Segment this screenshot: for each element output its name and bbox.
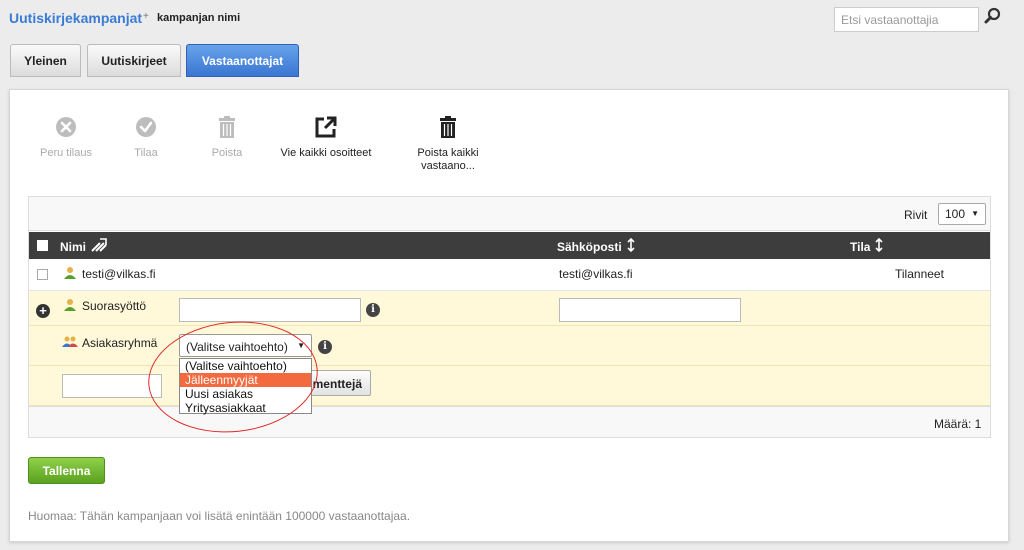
column-header-email[interactable]: Sähköposti xyxy=(557,237,635,255)
column-header-name[interactable]: Nimi xyxy=(60,238,107,255)
delete-all-label-line1: Poista kaikki xyxy=(417,147,479,159)
chevron-down-icon: ▼ xyxy=(971,209,979,218)
group-icon xyxy=(62,336,78,351)
check-icon xyxy=(134,115,158,139)
row-email: testi@vilkas.fi xyxy=(559,267,633,281)
search-icon[interactable] xyxy=(983,7,1003,27)
unsubscribe-button[interactable]: Peru tilaus xyxy=(38,115,94,160)
tab-general[interactable]: Yleinen xyxy=(10,44,81,77)
export-all-label: Vie kaikki osoitteet xyxy=(280,147,372,159)
column-header-status[interactable]: Tila xyxy=(850,237,884,255)
sort-updown-icon xyxy=(875,237,884,255)
subscribe-label: Tilaa xyxy=(134,147,158,159)
customer-group-label: Asiakasryhmä xyxy=(82,336,158,350)
breadcrumb-current: kampanjan nimi xyxy=(157,12,241,24)
select-all-checkbox[interactable] xyxy=(37,240,48,251)
export-icon xyxy=(314,115,338,139)
cancel-icon xyxy=(54,115,78,139)
grid-toolbar: Rivit 100 ▼ xyxy=(29,197,990,231)
rows-per-page-select[interactable]: 100 ▼ xyxy=(938,203,986,225)
user-icon xyxy=(64,266,76,283)
delete-all-recipients-button[interactable]: Poista kaikki vastaano... xyxy=(405,115,491,173)
rows-per-page-value: 100 xyxy=(945,207,966,221)
save-button[interactable]: Tallenna xyxy=(28,457,105,484)
row-name: testi@vilkas.fi xyxy=(82,267,156,281)
direct-input-name-field[interactable] xyxy=(179,298,361,322)
rows-label: Rivit xyxy=(904,208,928,222)
unsubscribe-label: Peru tilaus xyxy=(40,147,92,159)
info-icon[interactable]: i xyxy=(366,303,380,317)
delete-label: Poista xyxy=(211,147,243,159)
direct-input-email-field[interactable] xyxy=(559,298,741,322)
trash-icon xyxy=(436,115,460,139)
export-all-button[interactable]: Vie kaikki osoitteet xyxy=(271,115,381,160)
plus-icon[interactable]: + xyxy=(36,304,50,318)
delete-button[interactable]: Poista xyxy=(207,115,247,160)
sort-updown-icon xyxy=(627,237,635,255)
search-input[interactable] xyxy=(834,7,979,32)
sort-icon xyxy=(91,238,107,255)
segment-input[interactable] xyxy=(62,374,162,398)
user-icon xyxy=(64,298,76,315)
top-bar: Uutiskirjekampanjat + kampanjan nimi xyxy=(0,0,1024,40)
count-label: Määrä: 1 xyxy=(934,417,982,431)
breadcrumb-campaigns-link[interactable]: Uutiskirjekampanjat xyxy=(9,10,142,26)
subscribe-button[interactable]: Tilaa xyxy=(126,115,166,160)
row-checkbox[interactable] xyxy=(37,269,48,280)
direct-input-row: + Suorasyöttö i xyxy=(29,291,990,326)
breadcrumb-separator: + xyxy=(143,11,149,22)
table-header: Nimi Sähköposti Tila xyxy=(29,232,990,259)
direct-input-label: Suorasyöttö xyxy=(82,299,147,313)
info-icon[interactable]: i xyxy=(318,340,332,354)
row-status: Tilanneet xyxy=(895,267,944,281)
delete-all-label-line2: vastaano... xyxy=(421,160,475,172)
tab-newsletters[interactable]: Uutiskirjeet xyxy=(87,44,181,77)
trash-icon xyxy=(215,115,239,139)
limit-note: Huomaa: Tähän kampanjaan voi lisätä enin… xyxy=(28,509,411,523)
tab-recipients[interactable]: Vastaanottajat xyxy=(186,44,299,77)
table-row[interactable]: testi@vilkas.fi testi@vilkas.fi Tilannee… xyxy=(29,259,990,291)
